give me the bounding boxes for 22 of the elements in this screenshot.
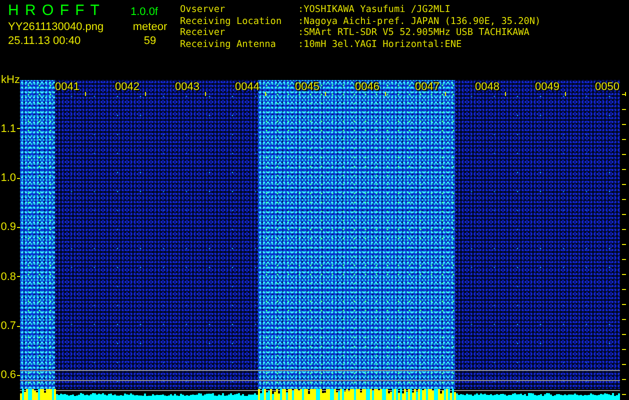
mode-label: meteor [132, 21, 168, 33]
axis-label: 0.6 [0, 369, 16, 382]
axis-label: 0.9 [0, 221, 16, 234]
date-time: 25.11.13 00:40 [8, 35, 81, 47]
axis-label: 1.0 [0, 172, 16, 184]
info-label: Receiver [180, 27, 226, 38]
axis-unit: kHz [1, 74, 20, 86]
file-name: YY2611130040.png [8, 21, 104, 33]
axis-label: 0.8 [0, 270, 16, 283]
meteor-count: 59 [142, 35, 158, 47]
axis-label: 1.1 [0, 122, 16, 135]
time-label: 0050 [595, 81, 629, 97]
info-value: :10mH 3el.YAGI Horizontal:ENE [298, 38, 462, 50]
info-value: :YOSHIKAWA Yasufumi /JG2MLI [298, 4, 450, 16]
info-label: Receiving Location [180, 16, 283, 27]
info-label: Receiving Antenna [180, 38, 277, 50]
info-value: :SMArt RTL-SDR V5 52.905MHz USB TACHIKAWA [298, 27, 530, 38]
version-label: 1.0.0f [130, 6, 158, 18]
info-label: Ovserver [180, 4, 226, 16]
app-title: H R O F F T [8, 2, 100, 19]
axis-label: 0.7 [0, 320, 16, 332]
info-value: :Nagoya Aichi-pref. JAPAN (136.90E, 35.20N) [298, 16, 541, 27]
